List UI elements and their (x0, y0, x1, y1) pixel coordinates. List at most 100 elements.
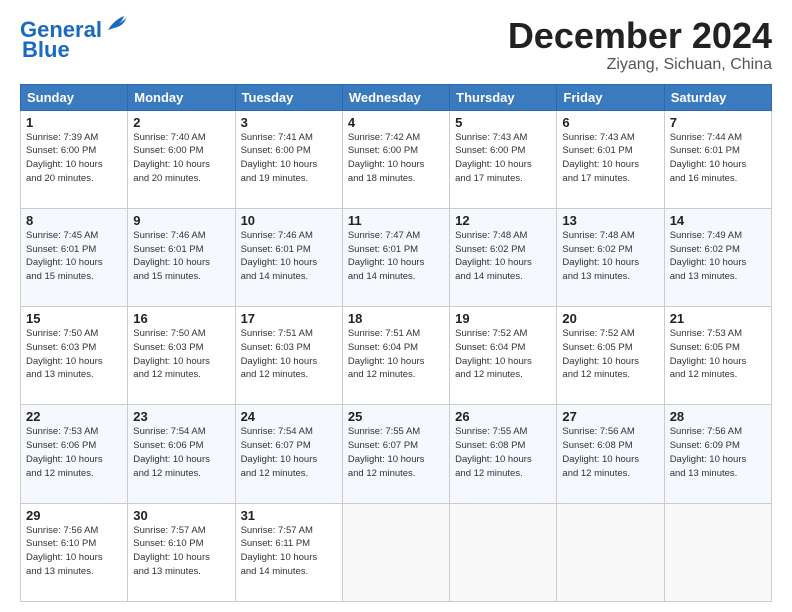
day-info: Sunrise: 7:56 AM Sunset: 6:09 PM Dayligh… (670, 425, 766, 480)
day-number: 14 (670, 213, 766, 228)
location: Ziyang, Sichuan, China (508, 56, 772, 74)
day-number: 19 (455, 311, 551, 326)
calendar-cell: 19Sunrise: 7:52 AM Sunset: 6:04 PM Dayli… (450, 307, 557, 405)
calendar-cell: 16Sunrise: 7:50 AM Sunset: 6:03 PM Dayli… (128, 307, 235, 405)
calendar-cell: 12Sunrise: 7:48 AM Sunset: 6:02 PM Dayli… (450, 208, 557, 306)
day-info: Sunrise: 7:54 AM Sunset: 6:07 PM Dayligh… (241, 425, 337, 480)
day-number: 15 (26, 311, 122, 326)
day-info: Sunrise: 7:43 AM Sunset: 6:00 PM Dayligh… (455, 131, 551, 186)
week-row-4: 22Sunrise: 7:53 AM Sunset: 6:06 PM Dayli… (21, 405, 772, 503)
day-info: Sunrise: 7:50 AM Sunset: 6:03 PM Dayligh… (26, 327, 122, 382)
calendar-cell: 9Sunrise: 7:46 AM Sunset: 6:01 PM Daylig… (128, 208, 235, 306)
day-number: 11 (348, 213, 444, 228)
day-number: 29 (26, 508, 122, 523)
calendar-cell: 25Sunrise: 7:55 AM Sunset: 6:07 PM Dayli… (342, 405, 449, 503)
day-info: Sunrise: 7:44 AM Sunset: 6:01 PM Dayligh… (670, 131, 766, 186)
calendar-cell: 4Sunrise: 7:42 AM Sunset: 6:00 PM Daylig… (342, 110, 449, 208)
day-header-friday: Friday (557, 84, 664, 110)
calendar-cell: 2Sunrise: 7:40 AM Sunset: 6:00 PM Daylig… (128, 110, 235, 208)
calendar-cell: 1Sunrise: 7:39 AM Sunset: 6:00 PM Daylig… (21, 110, 128, 208)
calendar-cell: 8Sunrise: 7:45 AM Sunset: 6:01 PM Daylig… (21, 208, 128, 306)
page: General Blue December 2024 Ziyang, Sichu… (0, 0, 792, 612)
day-number: 8 (26, 213, 122, 228)
day-header-tuesday: Tuesday (235, 84, 342, 110)
day-number: 7 (670, 115, 766, 130)
calendar-cell: 23Sunrise: 7:54 AM Sunset: 6:06 PM Dayli… (128, 405, 235, 503)
day-number: 16 (133, 311, 229, 326)
calendar-table: SundayMondayTuesdayWednesdayThursdayFrid… (20, 84, 772, 602)
day-info: Sunrise: 7:48 AM Sunset: 6:02 PM Dayligh… (562, 229, 658, 284)
day-number: 20 (562, 311, 658, 326)
day-number: 24 (241, 409, 337, 424)
calendar-cell: 6Sunrise: 7:43 AM Sunset: 6:01 PM Daylig… (557, 110, 664, 208)
logo: General Blue (20, 16, 132, 63)
day-info: Sunrise: 7:55 AM Sunset: 6:07 PM Dayligh… (348, 425, 444, 480)
day-info: Sunrise: 7:40 AM Sunset: 6:00 PM Dayligh… (133, 131, 229, 186)
month-title: December 2024 (508, 16, 772, 56)
calendar-cell: 18Sunrise: 7:51 AM Sunset: 6:04 PM Dayli… (342, 307, 449, 405)
day-number: 28 (670, 409, 766, 424)
day-info: Sunrise: 7:53 AM Sunset: 6:06 PM Dayligh… (26, 425, 122, 480)
day-info: Sunrise: 7:42 AM Sunset: 6:00 PM Dayligh… (348, 131, 444, 186)
day-number: 5 (455, 115, 551, 130)
day-info: Sunrise: 7:54 AM Sunset: 6:06 PM Dayligh… (133, 425, 229, 480)
day-number: 12 (455, 213, 551, 228)
calendar-cell (342, 503, 449, 601)
day-info: Sunrise: 7:55 AM Sunset: 6:08 PM Dayligh… (455, 425, 551, 480)
day-header-monday: Monday (128, 84, 235, 110)
day-info: Sunrise: 7:56 AM Sunset: 6:10 PM Dayligh… (26, 524, 122, 579)
calendar-cell: 14Sunrise: 7:49 AM Sunset: 6:02 PM Dayli… (664, 208, 771, 306)
calendar-cell: 20Sunrise: 7:52 AM Sunset: 6:05 PM Dayli… (557, 307, 664, 405)
calendar-cell: 28Sunrise: 7:56 AM Sunset: 6:09 PM Dayli… (664, 405, 771, 503)
day-number: 21 (670, 311, 766, 326)
calendar-cell: 31Sunrise: 7:57 AM Sunset: 6:11 PM Dayli… (235, 503, 342, 601)
header: General Blue December 2024 Ziyang, Sichu… (20, 16, 772, 74)
calendar-cell: 11Sunrise: 7:47 AM Sunset: 6:01 PM Dayli… (342, 208, 449, 306)
calendar-cell: 29Sunrise: 7:56 AM Sunset: 6:10 PM Dayli… (21, 503, 128, 601)
day-info: Sunrise: 7:50 AM Sunset: 6:03 PM Dayligh… (133, 327, 229, 382)
week-row-2: 8Sunrise: 7:45 AM Sunset: 6:01 PM Daylig… (21, 208, 772, 306)
week-row-5: 29Sunrise: 7:56 AM Sunset: 6:10 PM Dayli… (21, 503, 772, 601)
logo-blue: Blue (20, 37, 70, 63)
day-info: Sunrise: 7:46 AM Sunset: 6:01 PM Dayligh… (241, 229, 337, 284)
day-number: 30 (133, 508, 229, 523)
calendar-cell: 22Sunrise: 7:53 AM Sunset: 6:06 PM Dayli… (21, 405, 128, 503)
calendar-cell: 21Sunrise: 7:53 AM Sunset: 6:05 PM Dayli… (664, 307, 771, 405)
calendar-cell: 13Sunrise: 7:48 AM Sunset: 6:02 PM Dayli… (557, 208, 664, 306)
day-info: Sunrise: 7:51 AM Sunset: 6:03 PM Dayligh… (241, 327, 337, 382)
calendar-cell: 30Sunrise: 7:57 AM Sunset: 6:10 PM Dayli… (128, 503, 235, 601)
day-number: 22 (26, 409, 122, 424)
day-number: 3 (241, 115, 337, 130)
day-info: Sunrise: 7:52 AM Sunset: 6:05 PM Dayligh… (562, 327, 658, 382)
calendar-header-row: SundayMondayTuesdayWednesdayThursdayFrid… (21, 84, 772, 110)
day-number: 13 (562, 213, 658, 228)
calendar-cell: 7Sunrise: 7:44 AM Sunset: 6:01 PM Daylig… (664, 110, 771, 208)
calendar-cell (450, 503, 557, 601)
day-info: Sunrise: 7:48 AM Sunset: 6:02 PM Dayligh… (455, 229, 551, 284)
day-number: 6 (562, 115, 658, 130)
day-info: Sunrise: 7:45 AM Sunset: 6:01 PM Dayligh… (26, 229, 122, 284)
day-info: Sunrise: 7:49 AM Sunset: 6:02 PM Dayligh… (670, 229, 766, 284)
day-info: Sunrise: 7:41 AM Sunset: 6:00 PM Dayligh… (241, 131, 337, 186)
day-number: 23 (133, 409, 229, 424)
day-info: Sunrise: 7:47 AM Sunset: 6:01 PM Dayligh… (348, 229, 444, 284)
day-info: Sunrise: 7:39 AM Sunset: 6:00 PM Dayligh… (26, 131, 122, 186)
calendar-cell: 10Sunrise: 7:46 AM Sunset: 6:01 PM Dayli… (235, 208, 342, 306)
day-info: Sunrise: 7:52 AM Sunset: 6:04 PM Dayligh… (455, 327, 551, 382)
day-header-sunday: Sunday (21, 84, 128, 110)
day-info: Sunrise: 7:43 AM Sunset: 6:01 PM Dayligh… (562, 131, 658, 186)
day-number: 18 (348, 311, 444, 326)
day-number: 31 (241, 508, 337, 523)
day-number: 10 (241, 213, 337, 228)
day-number: 26 (455, 409, 551, 424)
calendar-cell (664, 503, 771, 601)
day-info: Sunrise: 7:51 AM Sunset: 6:04 PM Dayligh… (348, 327, 444, 382)
day-number: 27 (562, 409, 658, 424)
day-number: 25 (348, 409, 444, 424)
week-row-1: 1Sunrise: 7:39 AM Sunset: 6:00 PM Daylig… (21, 110, 772, 208)
day-info: Sunrise: 7:56 AM Sunset: 6:08 PM Dayligh… (562, 425, 658, 480)
title-block: December 2024 Ziyang, Sichuan, China (508, 16, 772, 74)
calendar-cell: 15Sunrise: 7:50 AM Sunset: 6:03 PM Dayli… (21, 307, 128, 405)
day-number: 1 (26, 115, 122, 130)
calendar-cell: 3Sunrise: 7:41 AM Sunset: 6:00 PM Daylig… (235, 110, 342, 208)
